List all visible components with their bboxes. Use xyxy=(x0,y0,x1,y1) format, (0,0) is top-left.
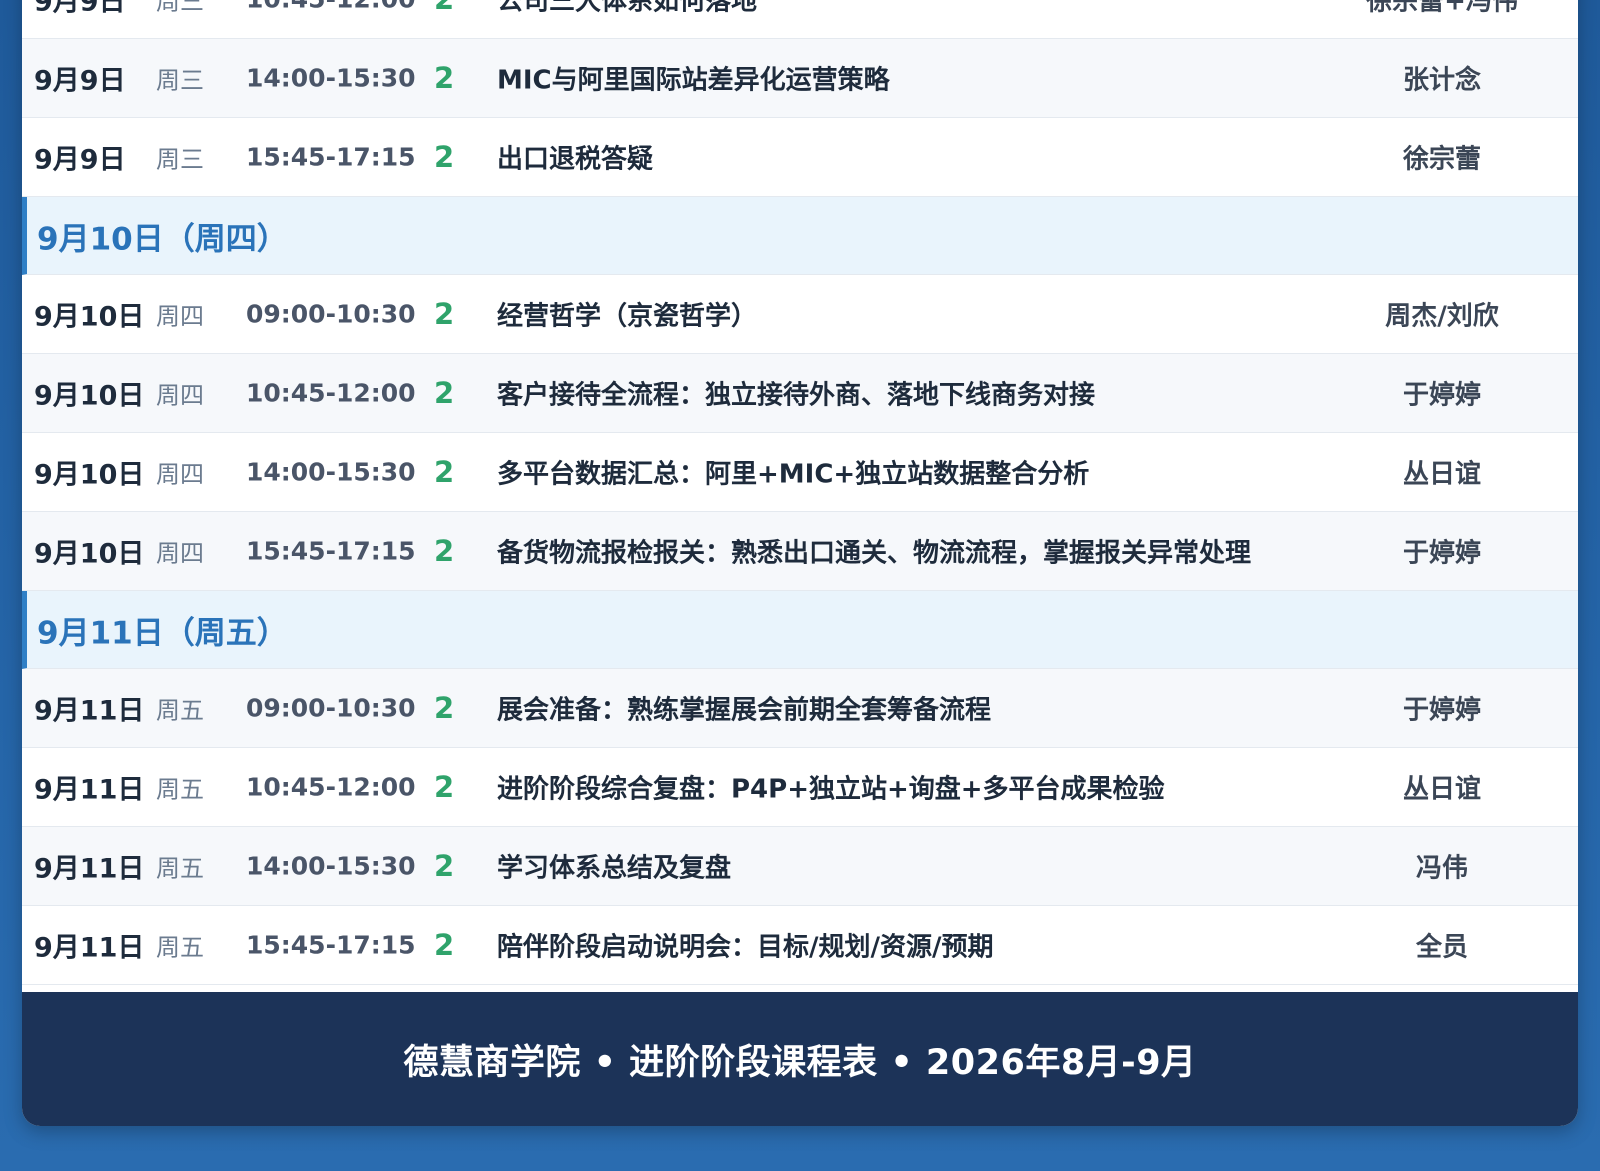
row-time: 15:45-17:15 xyxy=(246,930,416,960)
row-weekday: 周五 xyxy=(156,933,204,962)
row-time: 14:00-15:30 xyxy=(246,457,416,487)
row-hours: 2 xyxy=(434,297,455,331)
row-time: 14:00-15:30 xyxy=(246,851,416,881)
table-row: 9月9日 周三 15:45-17:15 2 出口退税答疑 徐宗蕾 xyxy=(22,118,1578,197)
row-time: 14:00-15:30 xyxy=(246,63,416,93)
table-row: 9月11日 周五 14:00-15:30 2 学习体系总结及复盘 冯伟 xyxy=(22,827,1578,906)
row-hours: 2 xyxy=(434,691,455,725)
row-weekday: 周五 xyxy=(156,775,204,804)
row-time: 09:00-10:30 xyxy=(246,693,416,723)
row-date: 9月9日 xyxy=(34,144,126,176)
row-topic: 备货物流报检报关：熟悉出口通关、物流流程，掌握报关异常处理 xyxy=(497,538,1252,569)
row-weekday: 周三 xyxy=(156,0,204,16)
row-date: 9月10日 xyxy=(34,301,145,333)
row-topic: 经营哲学（京瓷哲学） xyxy=(497,301,758,332)
row-topic: 陪伴阶段启动说明会：目标/规划/资源/预期 xyxy=(497,932,994,963)
day-header-sep10: 9月10日（周四） xyxy=(22,197,1578,275)
row-time: 10:45-12:00 xyxy=(246,772,416,802)
row-time: 10:45-12:00 xyxy=(246,378,416,408)
table-row: 9月10日 周四 15:45-17:15 2 备货物流报检报关：熟悉出口通关、物… xyxy=(22,512,1578,591)
row-teacher: 于婷婷 xyxy=(1402,380,1481,411)
row-teacher: 徐宗蕾+冯伟 xyxy=(1366,0,1518,17)
row-weekday: 周五 xyxy=(156,854,204,883)
row-teacher: 丛日谊 xyxy=(1402,774,1481,805)
row-teacher: 丛日谊 xyxy=(1402,459,1481,490)
row-teacher: 徐宗蕾 xyxy=(1402,144,1481,175)
row-date: 9月11日 xyxy=(34,695,145,727)
row-weekday: 周三 xyxy=(156,66,204,95)
row-teacher: 张计念 xyxy=(1402,65,1481,96)
table-row: 9月11日 周五 09:00-10:30 2 展会准备：熟练掌握展会前期全套筹备… xyxy=(22,669,1578,748)
row-hours: 2 xyxy=(434,0,454,16)
row-hours: 2 xyxy=(434,61,455,95)
table-row: 9月9日 周三 10:45-12:00 2 公司三大体系如何落地 徐宗蕾+冯伟 xyxy=(22,0,1578,39)
row-teacher: 于婷婷 xyxy=(1402,695,1481,726)
row-topic: MIC与阿里国际站差异化运营策略 xyxy=(497,65,890,96)
row-topic: 客户接待全流程：独立接待外商、落地下线商务对接 xyxy=(497,380,1096,411)
row-teacher: 于婷婷 xyxy=(1402,538,1481,569)
row-teacher: 全员 xyxy=(1415,932,1468,963)
row-date: 9月9日 xyxy=(34,65,126,97)
row-date: 9月11日 xyxy=(34,774,145,806)
table-row: 9月10日 周四 09:00-10:30 2 经营哲学（京瓷哲学） 周杰/刘欣 xyxy=(22,275,1578,354)
row-weekday: 周五 xyxy=(156,696,204,725)
row-teacher: 周杰/刘欣 xyxy=(1385,301,1499,332)
row-weekday: 周四 xyxy=(156,302,204,331)
day-header-label: 9月10日（周四） xyxy=(37,221,288,257)
row-topic: 进阶阶段综合复盘：P4P+独立站+询盘+多平台成果检验 xyxy=(497,774,1165,805)
table-row: 9月11日 周五 15:45-17:15 2 陪伴阶段启动说明会：目标/规划/资… xyxy=(22,906,1578,985)
row-weekday: 周四 xyxy=(156,381,204,410)
row-weekday: 周四 xyxy=(156,460,204,489)
row-teacher: 冯伟 xyxy=(1415,853,1468,884)
row-date: 9月10日 xyxy=(34,380,145,412)
row-hours: 2 xyxy=(434,849,455,883)
row-topic: 公司三大体系如何落地 xyxy=(497,0,758,17)
row-weekday: 周四 xyxy=(156,539,204,568)
footer-banner: 德慧商学院 • 进阶阶段课程表 • 2026年8月-9月 xyxy=(22,992,1578,1126)
row-hours: 2 xyxy=(434,534,455,568)
row-time: 15:45-17:15 xyxy=(246,536,416,566)
table-row: 9月10日 周四 10:45-12:00 2 客户接待全流程：独立接待外商、落地… xyxy=(22,354,1578,433)
row-hours: 2 xyxy=(434,770,455,804)
footer-title: 德慧商学院 • 进阶阶段课程表 • 2026年8月-9月 xyxy=(403,1042,1197,1083)
row-hours: 2 xyxy=(434,928,455,962)
row-topic: 学习体系总结及复盘 xyxy=(497,853,732,884)
row-topic: 展会准备：熟练掌握展会前期全套筹备流程 xyxy=(497,695,992,726)
row-time: 15:45-17:15 xyxy=(246,142,416,172)
row-date: 9月10日 xyxy=(34,538,145,570)
day-header-label: 9月11日（周五） xyxy=(37,615,288,651)
schedule-card: 9月9日 周三 10:45-12:00 2 公司三大体系如何落地 徐宗蕾+冯伟 … xyxy=(22,0,1578,1126)
row-hours: 2 xyxy=(434,455,455,489)
row-date: 9月9日 xyxy=(34,0,126,18)
row-time: 10:45-12:00 xyxy=(246,0,416,14)
row-hours: 2 xyxy=(434,376,455,410)
row-topic: 出口退税答疑 xyxy=(497,144,654,175)
row-date: 9月11日 xyxy=(34,932,145,964)
row-hours: 2 xyxy=(434,140,455,174)
table-row: 9月10日 周四 14:00-15:30 2 多平台数据汇总：阿里+MIC+独立… xyxy=(22,433,1578,512)
row-topic: 多平台数据汇总：阿里+MIC+独立站数据整合分析 xyxy=(497,459,1090,490)
row-date: 9月10日 xyxy=(34,459,145,491)
row-weekday: 周三 xyxy=(156,145,204,174)
table-row: 9月9日 周三 14:00-15:30 2 MIC与阿里国际站差异化运营策略 张… xyxy=(22,39,1578,118)
schedule-table: 9月9日 周三 10:45-12:00 2 公司三大体系如何落地 徐宗蕾+冯伟 … xyxy=(22,0,1578,985)
row-time: 09:00-10:30 xyxy=(246,299,416,329)
table-row: 9月11日 周五 10:45-12:00 2 进阶阶段综合复盘：P4P+独立站+… xyxy=(22,748,1578,827)
day-header-sep11: 9月11日（周五） xyxy=(22,591,1578,669)
row-date: 9月11日 xyxy=(34,853,145,885)
